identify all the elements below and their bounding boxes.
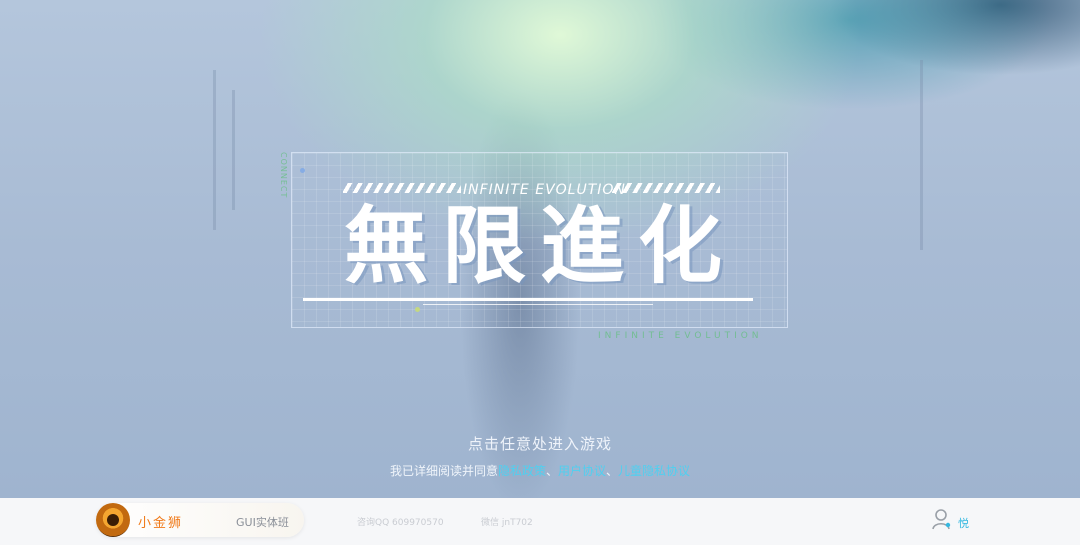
lion-face bbox=[107, 514, 119, 526]
title-hatch-left bbox=[343, 183, 461, 193]
agreement-prefix: 我已详细阅读并同意 bbox=[389, 464, 498, 478]
title-hatch-right bbox=[612, 183, 720, 193]
accent-dot bbox=[415, 307, 420, 312]
logo-underline-thin bbox=[423, 304, 653, 305]
side-spaced-label: INFINITE EVOLUTION bbox=[598, 331, 763, 341]
background-streak bbox=[213, 70, 216, 230]
agreement-separator: 、 bbox=[545, 464, 558, 478]
qq-contact: 咨询QQ 609970570 bbox=[357, 518, 444, 528]
enter-game-prompt[interactable]: 点击任意处进入游戏 bbox=[0, 433, 1080, 454]
user-agreement-link[interactable]: 用户协议 bbox=[558, 464, 606, 478]
agreement-line: 我已详细阅读并同意隐私政策、用户协议、儿童隐私协议 bbox=[0, 462, 1080, 479]
privacy-policy-link[interactable]: 隐私政策 bbox=[498, 464, 546, 478]
username[interactable]: 悦 bbox=[958, 515, 969, 531]
side-vertical-label: CONNECT bbox=[279, 152, 288, 199]
logo-subtitle: INFINITE EVOLUTION bbox=[463, 182, 626, 198]
brand-name: 小金狮 bbox=[138, 516, 184, 531]
children-privacy-link[interactable]: 儿童隐私协议 bbox=[618, 464, 690, 478]
accent-dot bbox=[300, 168, 305, 173]
agreement-separator: 、 bbox=[606, 464, 619, 478]
user-icon[interactable] bbox=[932, 508, 952, 530]
game-start-screen[interactable]: INFINITE EVOLUTION 無限進化 CONNECT INFINITE… bbox=[0, 0, 1080, 545]
logo-underline bbox=[303, 298, 753, 301]
game-logo: 無限進化 bbox=[343, 197, 736, 295]
wechat-contact: 微信 jnT702 bbox=[481, 518, 533, 528]
background-streak bbox=[232, 90, 235, 210]
background-streak bbox=[920, 60, 923, 250]
course-label: GUI实体班 bbox=[236, 516, 289, 529]
